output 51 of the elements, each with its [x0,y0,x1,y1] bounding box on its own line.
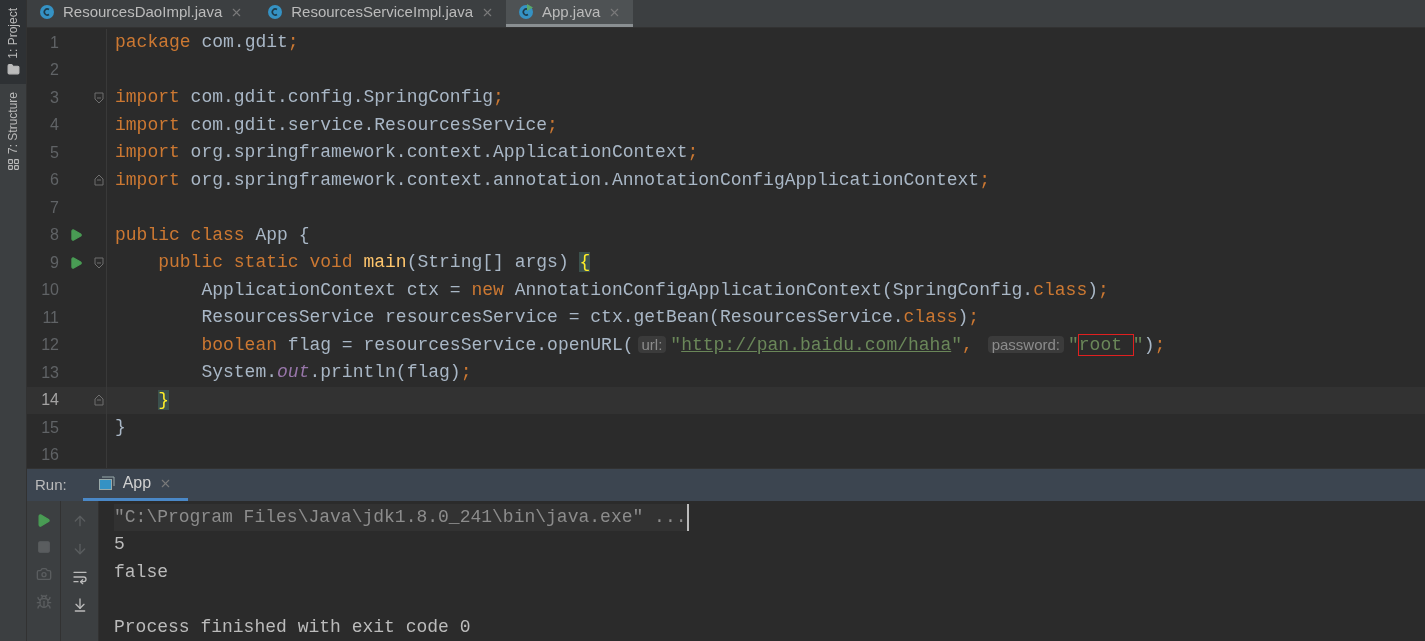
line-number: 14 [40,390,59,411]
run-tab[interactable]: App [82,469,189,501]
line-number: 2 [49,60,59,81]
run-icon[interactable] [69,255,83,270]
code-line: System.out.println(flag); [200,361,472,385]
fold-icon[interactable] [94,174,104,187]
line-number: 10 [40,280,59,301]
console-line: Process finished with exit code 0 [114,615,471,639]
tool-window-button[interactable]: 7: Structure [0,83,26,179]
line-number: 5 [49,142,59,163]
console-line: 5 [114,533,125,557]
code-line: import com.gdit.service.ResourcesService; [115,113,558,137]
line-number: 11 [41,307,59,328]
code-line: import org.springframework.context.annotation.AnnotationConfigApplicationContext; [115,168,990,192]
editor-tab[interactable]: ResourcesServiceImpl.java [255,0,506,27]
run-icon[interactable] [69,228,83,243]
fold-icon[interactable] [94,91,104,104]
structure-icon [6,157,20,171]
folder-icon [6,62,20,76]
code-line: ResourcesService resourcesService = ctx.getBean(ResourcesService.class); [200,306,980,330]
line-number: 13 [40,362,59,383]
code-line: package com.gdit; [115,31,299,55]
line-number: 4 [49,115,59,136]
tool-window-button[interactable]: 1: Project [0,0,26,84]
line-number: 16 [40,445,59,466]
line-number: 3 [49,87,59,108]
line-number: 7 [49,197,59,218]
run-label: Run: [35,474,67,495]
bug-icon[interactable] [35,593,52,610]
camera-icon[interactable] [35,565,52,582]
run-icon[interactable] [36,512,51,528]
editor-tab[interactable]: ResourcesDaoImpl.java [27,0,256,27]
console-line: false [114,560,168,584]
code-line: import org.springframework.context.ApplicationContext; [115,141,699,165]
line-number: 1 [49,32,59,53]
line-number: 15 [40,417,59,438]
line-number: 12 [40,335,59,356]
code-line: public static void main(String[] args) { [157,251,591,275]
fold-icon[interactable] [94,394,104,407]
code-line: boolean flag = resourcesService.openURL( url: "http://pan.baidu.com/haha", password: "root "); [200,333,1166,357]
stop-icon[interactable] [36,539,51,554]
code-line: ApplicationContext ctx = new AnnotationConfigApplicationContext(SpringConfig.class); [200,278,1109,302]
fold-icon[interactable] [94,256,104,269]
console-icon [98,476,115,491]
line-number: 9 [49,252,59,273]
code-line: import com.gdit.config.SpringConfig; [115,86,504,110]
editor-tab[interactable]: App.java [506,0,634,27]
line-number: 6 [49,170,59,191]
code-line: public class App { [115,223,310,247]
code-line: } [115,416,126,440]
line-number: 8 [49,225,59,246]
